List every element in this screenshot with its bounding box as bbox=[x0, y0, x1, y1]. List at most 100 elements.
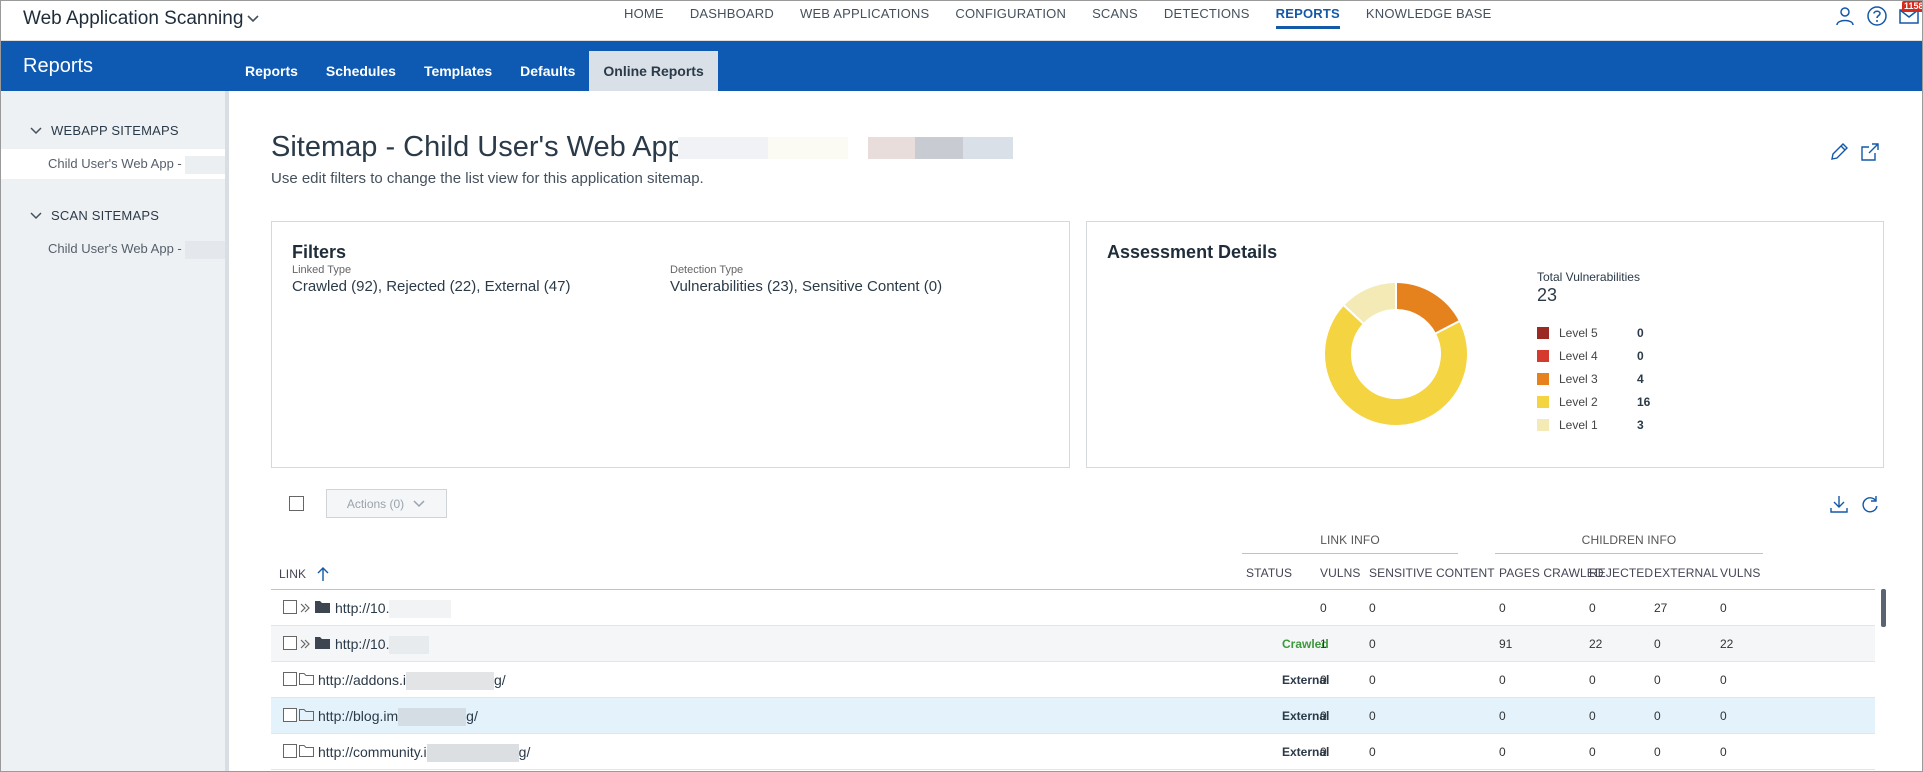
external-link-icon[interactable] bbox=[1859, 141, 1881, 163]
row-checkbox[interactable] bbox=[283, 708, 297, 722]
row-checkbox[interactable] bbox=[283, 600, 297, 614]
pages-crawled-cell: 0 bbox=[1499, 601, 1506, 615]
pages-crawled-cell: 0 bbox=[1499, 673, 1506, 687]
mail-button[interactable]: 1158 bbox=[1898, 1, 1922, 27]
column-header-link[interactable]: LINK bbox=[279, 566, 330, 582]
redacted-text bbox=[389, 636, 430, 655]
sidebar-group-webapp-sitemaps[interactable]: WEBAPP SITEMAPS bbox=[29, 123, 179, 138]
column-header-rejected[interactable]: REJECTED bbox=[1589, 566, 1653, 580]
column-header-sensitive-content[interactable]: SENSITIVE CONTENT bbox=[1369, 566, 1495, 580]
actions-dropdown[interactable]: Actions (0) bbox=[326, 489, 447, 518]
user-icon[interactable] bbox=[1834, 5, 1856, 27]
link-cell[interactable]: http://blog.im g/ bbox=[318, 698, 478, 734]
legend-label: Level 2 bbox=[1559, 395, 1598, 409]
table-row[interactable]: http://community.i g/ External 0 0 0 0 0 … bbox=[271, 734, 1875, 770]
vulns-cell: 1 bbox=[1320, 637, 1327, 651]
expand-icon[interactable] bbox=[299, 638, 311, 650]
select-all-checkbox[interactable] bbox=[289, 496, 304, 511]
link-text: http://addons.i bbox=[318, 672, 406, 688]
nav-configuration[interactable]: CONFIGURATION bbox=[942, 1, 1079, 41]
column-header-external[interactable]: EXTERNAL bbox=[1654, 566, 1718, 580]
table-row[interactable]: http://blog.im g/ External 0 0 0 0 0 0 bbox=[271, 698, 1875, 734]
nav-web-applications[interactable]: WEB APPLICATIONS bbox=[787, 1, 942, 41]
legend-label: Level 5 bbox=[1559, 326, 1598, 340]
total-vulns-value: 23 bbox=[1537, 285, 1558, 305]
child-vulns-cell: 0 bbox=[1720, 709, 1727, 723]
tab-templates[interactable]: Templates bbox=[410, 51, 506, 91]
chevron-down-icon bbox=[30, 126, 42, 134]
legend-value: 4 bbox=[1637, 372, 1644, 386]
tab-online-reports[interactable]: Online Reports bbox=[589, 51, 718, 91]
tab-reports[interactable]: Reports bbox=[231, 51, 312, 91]
column-header-child-vulns[interactable]: VULNS bbox=[1720, 566, 1761, 580]
sidebar-item-webapp-sitemap[interactable]: Child User's Web App - bbox=[1, 149, 231, 179]
external-cell: 0 bbox=[1654, 673, 1661, 687]
external-cell: 0 bbox=[1654, 745, 1661, 759]
actions-label: Actions (0) bbox=[346, 496, 405, 511]
column-header-vulns[interactable]: VULNS bbox=[1320, 566, 1361, 580]
row-checkbox[interactable] bbox=[283, 744, 297, 758]
top-icons: 1158 bbox=[1824, 1, 1922, 27]
link-cell[interactable]: http://10. bbox=[335, 626, 430, 662]
sort-ascending-icon bbox=[317, 567, 329, 581]
table-scrollbar[interactable] bbox=[1881, 589, 1886, 627]
edit-icon[interactable] bbox=[1828, 141, 1850, 163]
download-icon[interactable] bbox=[1828, 493, 1850, 515]
nav-home[interactable]: HOME bbox=[611, 1, 677, 41]
row-checkbox[interactable] bbox=[283, 672, 297, 686]
link-text: http://10. bbox=[335, 636, 390, 652]
sidebar-item-label: Child User's Web App - bbox=[48, 156, 182, 171]
table-row[interactable]: http://10. Crawled 1 0 91 22 0 22 bbox=[271, 626, 1875, 662]
tab-schedules[interactable]: Schedules bbox=[312, 51, 410, 91]
table-row[interactable]: http://addons.i g/ External 0 0 0 0 0 0 bbox=[271, 662, 1875, 698]
pages-crawled-cell: 0 bbox=[1499, 745, 1506, 759]
nav-dashboard[interactable]: DASHBOARD bbox=[677, 1, 787, 41]
sensitive-cell: 0 bbox=[1369, 673, 1376, 687]
pages-crawled-cell: 0 bbox=[1499, 709, 1506, 723]
tab-defaults[interactable]: Defaults bbox=[506, 51, 589, 91]
chevron-down-icon[interactable] bbox=[244, 10, 262, 28]
redacted-text bbox=[405, 672, 494, 691]
page-title: Sitemap - Child User's Web App - bbox=[271, 131, 702, 163]
main-content: Sitemap - Child User's Web App - Use edi… bbox=[233, 91, 1922, 771]
expand-icon[interactable] bbox=[299, 602, 311, 614]
column-header-status[interactable]: STATUS bbox=[1246, 566, 1292, 580]
link-suffix: g/ bbox=[518, 744, 531, 760]
child-vulns-cell: 0 bbox=[1720, 673, 1727, 687]
child-vulns-cell: 0 bbox=[1720, 745, 1727, 759]
legend-label: Level 4 bbox=[1559, 349, 1598, 363]
legend-value: 0 bbox=[1637, 326, 1644, 340]
legend-level-4: Level 4 0 bbox=[1537, 349, 1644, 363]
sidebar-group-scan-sitemaps[interactable]: SCAN SITEMAPS bbox=[29, 208, 159, 223]
link-cell[interactable]: http://10. bbox=[335, 590, 452, 626]
nav-reports[interactable]: REPORTS bbox=[1263, 1, 1353, 41]
help-icon[interactable] bbox=[1866, 5, 1888, 27]
legend-label: Level 1 bbox=[1559, 418, 1598, 432]
sidebar-item-scan-sitemap[interactable]: Child User's Web App - bbox=[1, 234, 231, 264]
sensitive-cell: 0 bbox=[1369, 745, 1376, 759]
top-bar: Web Application Scanning HOME DASHBOARD … bbox=[1, 1, 1922, 41]
link-cell[interactable]: http://addons.i g/ bbox=[318, 662, 506, 698]
child-vulns-cell: 0 bbox=[1720, 601, 1727, 615]
link-cell[interactable]: http://community.i g/ bbox=[318, 734, 530, 770]
redacted-text bbox=[389, 600, 452, 619]
nav-scans[interactable]: SCANS bbox=[1079, 1, 1151, 41]
nav-knowledge-base[interactable]: KNOWLEDGE BASE bbox=[1353, 1, 1505, 41]
table-row[interactable]: http://10. 0 0 0 0 27 0 bbox=[271, 590, 1875, 626]
sidebar-item-label: Child User's Web App - bbox=[48, 241, 182, 256]
folder-outline-icon bbox=[299, 709, 314, 721]
folder-outline-icon bbox=[299, 673, 314, 685]
column-header-pages-crawled[interactable]: PAGES CRAWLED bbox=[1499, 566, 1604, 580]
linked-type-label: Linked Type bbox=[292, 264, 352, 276]
nav-detections[interactable]: DETECTIONS bbox=[1151, 1, 1263, 41]
column-label: LINK bbox=[279, 567, 307, 581]
refresh-icon[interactable] bbox=[1859, 493, 1881, 515]
sidebar-group-label: SCAN SITEMAPS bbox=[51, 208, 160, 223]
legend-level-3: Level 3 4 bbox=[1537, 372, 1644, 386]
legend-value: 3 bbox=[1637, 418, 1644, 432]
group-header-children-info: CHILDREN INFO bbox=[1495, 533, 1763, 554]
redacted-text bbox=[426, 744, 519, 763]
row-checkbox[interactable] bbox=[283, 636, 297, 650]
child-vulns-cell: 22 bbox=[1720, 637, 1734, 651]
legend-swatch bbox=[1537, 373, 1549, 385]
